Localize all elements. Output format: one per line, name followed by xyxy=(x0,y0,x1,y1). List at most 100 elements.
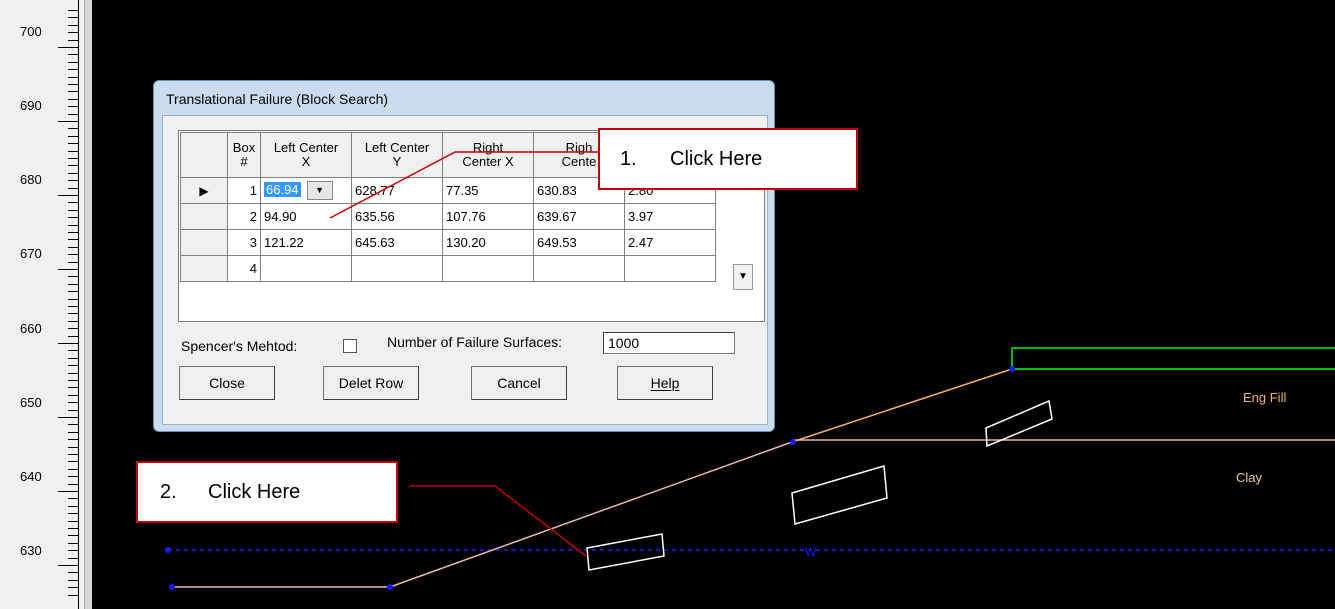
cell-left-center-x-editing[interactable]: 66.94 ▼ xyxy=(260,177,352,204)
ruler-tick xyxy=(68,173,78,174)
dropdown-button[interactable]: ▼ xyxy=(306,181,333,200)
ruler-tick xyxy=(58,195,78,196)
delete-row-button[interactable]: Delet Row xyxy=(323,366,419,400)
ruler-tick xyxy=(58,47,78,48)
ruler-label-700: 700 xyxy=(20,24,42,39)
failure-surfaces-input[interactable]: 1000 xyxy=(603,332,735,354)
ruler-label-650: 650 xyxy=(20,395,42,410)
ruler-tick xyxy=(68,454,78,455)
ruler-tick xyxy=(68,202,78,203)
cell-right-center-x[interactable]: 77.35 xyxy=(442,177,534,204)
cell-width[interactable] xyxy=(624,255,716,282)
ruler-tick xyxy=(68,276,78,277)
ruler-tick xyxy=(58,121,78,122)
table-row[interactable]: 3 121.22 645.63 130.20 649.53 2.47 xyxy=(180,229,716,256)
search-box-1[interactable] xyxy=(586,533,665,571)
cell-right-center-y[interactable]: 639.67 xyxy=(533,203,625,230)
ruler-tick xyxy=(68,513,78,514)
ruler-tick xyxy=(68,313,78,314)
spencer-method-label: Spencer's Mehtod: xyxy=(181,338,298,354)
vertex-point xyxy=(790,439,796,445)
cell-box: 4 xyxy=(227,255,261,282)
material-label-eng-fill: Eng Fill xyxy=(1243,390,1287,405)
row-header[interactable] xyxy=(180,203,228,230)
cell-left-center-x[interactable]: 94.90 xyxy=(260,203,352,230)
spencer-method-checkbox[interactable] xyxy=(343,339,357,353)
ruler-tick xyxy=(68,25,78,26)
ruler-label-670: 670 xyxy=(20,246,42,261)
ruler-label-630: 630 xyxy=(20,543,42,558)
ruler-tick xyxy=(68,439,78,440)
ruler-tick xyxy=(68,69,78,70)
cell-right-center-y[interactable]: 649.53 xyxy=(533,229,625,256)
cell-width[interactable]: 2.47 xyxy=(624,229,716,256)
ruler-label-680: 680 xyxy=(20,172,42,187)
ruler-tick xyxy=(58,417,78,418)
ruler-tick xyxy=(68,232,78,233)
ruler-tick xyxy=(68,143,78,144)
ruler-tick xyxy=(68,395,78,396)
ruler-tick xyxy=(68,321,78,322)
vertex-point xyxy=(1009,366,1015,372)
callout-1-number: 1. xyxy=(620,148,637,170)
scroll-down-button[interactable]: ▼ xyxy=(733,264,753,290)
ruler-tick xyxy=(68,217,78,218)
ruler-tick xyxy=(68,77,78,78)
ruler-tick xyxy=(68,32,78,33)
vertical-ruler: 700 690 680 670 660 650 640 630 xyxy=(0,0,93,609)
cell-left-center-x[interactable]: 121.22 xyxy=(260,229,352,256)
ruler-tick xyxy=(58,491,78,492)
ruler-tick xyxy=(68,99,78,100)
ruler-tick xyxy=(68,484,78,485)
selected-value[interactable]: 66.94 xyxy=(264,181,301,197)
ruler-tick xyxy=(68,84,78,85)
ruler-tick xyxy=(68,106,78,107)
cell-left-center-y[interactable]: 635.56 xyxy=(351,203,443,230)
table-row[interactable]: 2 94.90 635.56 107.76 639.67 3.97 xyxy=(180,203,716,230)
failure-surfaces-label: Number of Failure Surfaces: xyxy=(387,334,563,350)
ruler-label-660: 660 xyxy=(20,321,42,336)
col-header-right-center-x: Right Center X xyxy=(442,132,534,178)
row-header[interactable] xyxy=(180,229,228,256)
ruler-tick xyxy=(68,10,78,11)
search-box-2[interactable] xyxy=(791,465,888,525)
cell-box: 2 xyxy=(227,203,261,230)
ruler-tick xyxy=(68,424,78,425)
ruler-tick xyxy=(68,558,78,559)
ruler-tick xyxy=(68,254,78,255)
ruler-tick xyxy=(68,210,78,211)
ruler-label-690: 690 xyxy=(20,98,42,113)
col-header-box: Box # xyxy=(227,132,261,178)
callout-2-text: Click Here xyxy=(208,481,301,503)
row-header[interactable] xyxy=(180,255,228,282)
ruler-tick xyxy=(68,151,78,152)
ruler-label-640: 640 xyxy=(20,469,42,484)
cell-box: 1 xyxy=(227,177,261,204)
close-button[interactable]: Close xyxy=(179,366,275,400)
cell-left-center-x[interactable] xyxy=(260,255,352,282)
cancel-button[interactable]: Cancel xyxy=(471,366,567,400)
callout-1: 1. Click Here xyxy=(598,128,858,190)
ruler-tick xyxy=(68,358,78,359)
help-button[interactable]: Help xyxy=(617,366,713,400)
cell-right-center-x[interactable]: 130.20 xyxy=(442,229,534,256)
help-button-label: Help xyxy=(650,375,680,391)
cell-left-center-y[interactable] xyxy=(351,255,443,282)
current-row-marker: ▶ xyxy=(180,177,228,204)
ground-slope-upper xyxy=(791,368,1013,443)
water-marker: W xyxy=(805,545,817,559)
cell-right-center-x[interactable] xyxy=(442,255,534,282)
cell-left-center-y[interactable]: 645.63 xyxy=(351,229,443,256)
ruler-tick xyxy=(68,498,78,499)
cell-right-center-x[interactable]: 107.76 xyxy=(442,203,534,230)
ruler-tick xyxy=(68,365,78,366)
ruler-tick xyxy=(68,550,78,551)
ruler-tick xyxy=(68,17,78,18)
ruler-tick xyxy=(68,587,78,588)
cell-right-center-y[interactable] xyxy=(533,255,625,282)
ruler-tick xyxy=(68,128,78,129)
ruler-tick xyxy=(68,476,78,477)
cell-left-center-y[interactable]: 628.77 xyxy=(351,177,443,204)
cell-width[interactable]: 3.97 xyxy=(624,203,716,230)
table-row[interactable]: 4 xyxy=(180,255,716,282)
